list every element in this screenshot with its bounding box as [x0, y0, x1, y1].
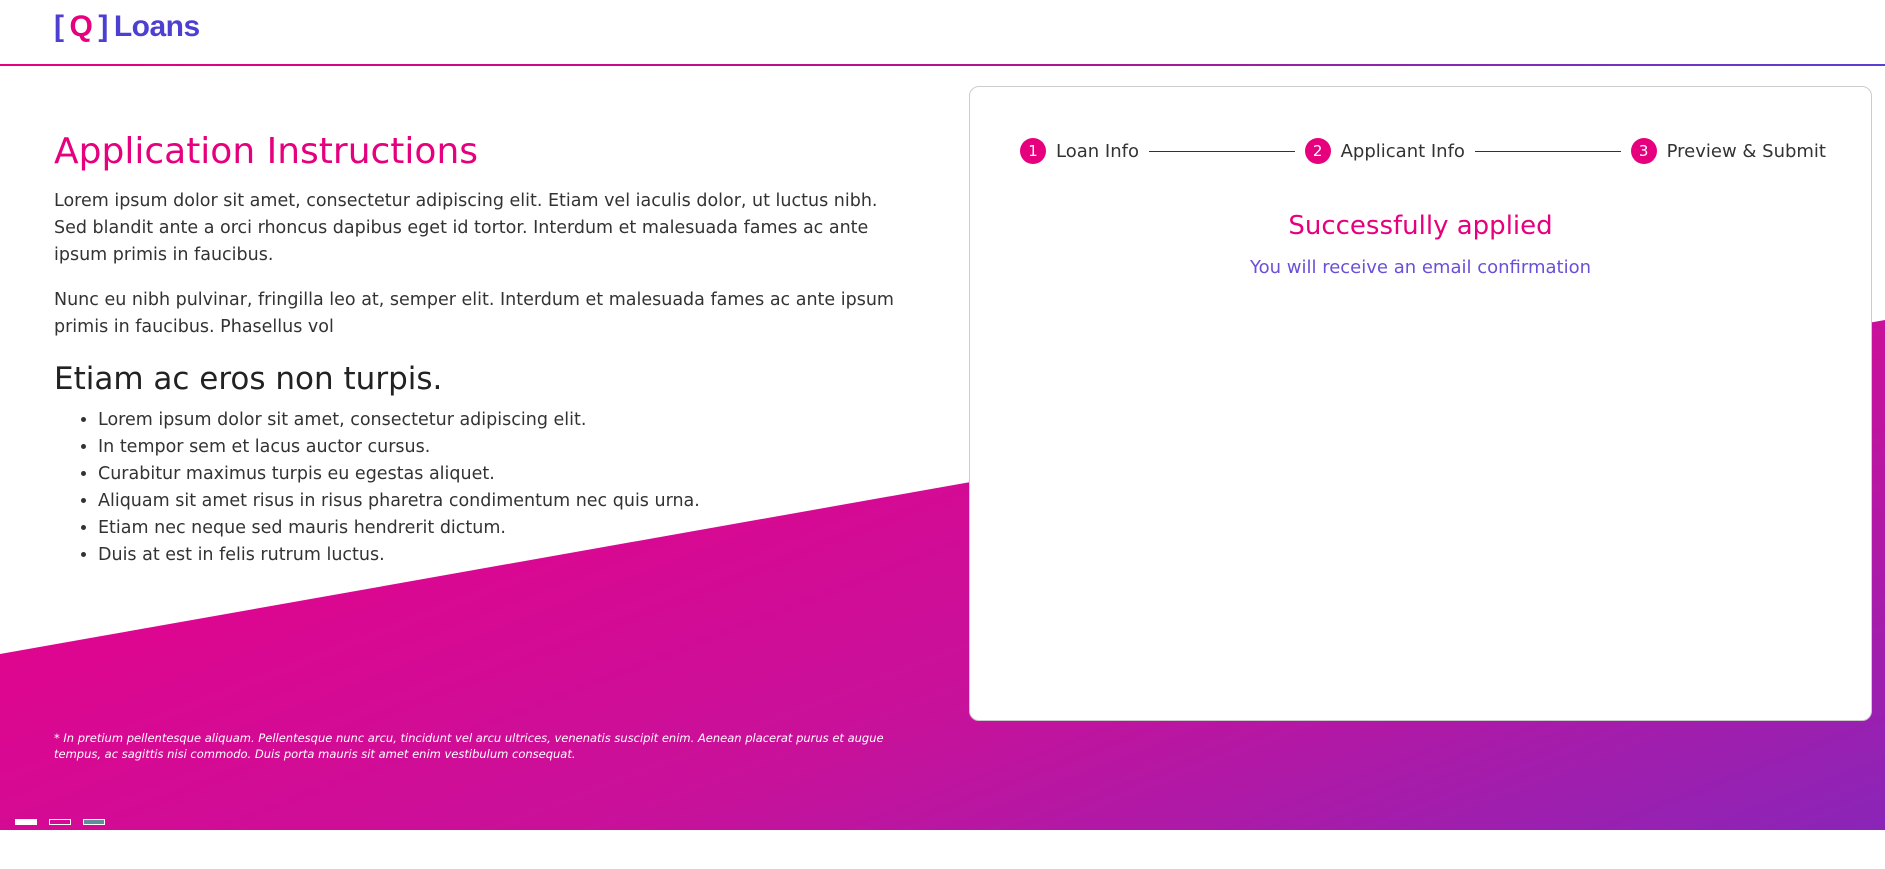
slide-indicators [15, 819, 117, 825]
slide-indicator-3[interactable] [83, 819, 105, 825]
list-item: In tempor sem et lacus auctor cursus. [98, 434, 894, 461]
step-applicant-info[interactable]: 2 Applicant Info [1304, 138, 1465, 164]
step-preview-submit[interactable]: 3 Preview & Submit [1630, 138, 1826, 164]
instructions-list: Lorem ipsum dolor sit amet, consectetur … [54, 407, 894, 569]
list-item: Etiam nec neque sed mauris hendrerit dic… [98, 515, 894, 542]
step-number: 1 [1020, 138, 1046, 164]
logo-letter: Q [69, 10, 93, 43]
step-label: Preview & Submit [1666, 140, 1826, 162]
list-item: Lorem ipsum dolor sit amet, consectetur … [98, 407, 894, 434]
top-header: [Q] Loans [0, 0, 1885, 66]
page-title: Application Instructions [54, 131, 479, 172]
step-loan-info[interactable]: 1 Loan Info [1020, 138, 1139, 164]
logo-bracket-open: [ [54, 10, 64, 43]
step-label: Loan Info [1056, 140, 1139, 162]
application-card: 1 Loan Info 2 Applicant Info 3 Preview &… [969, 86, 1872, 721]
logo[interactable]: [Q] Loans [54, 10, 200, 44]
instructions-paragraph-1: Lorem ipsum dolor sit amet, consectetur … [54, 191, 878, 265]
logo-bracket-close: ] [98, 10, 108, 43]
step-label: Applicant Info [1340, 140, 1465, 162]
instructions-section: Application Instructions Lorem ipsum dol… [54, 128, 894, 569]
step-number: 2 [1304, 138, 1331, 164]
footnote: * In pretium pellentesque aliquam. Pelle… [54, 731, 884, 761]
success-title: Successfully applied [1288, 211, 1553, 241]
stepper: 1 Loan Info 2 Applicant Info 3 Preview &… [1020, 137, 1826, 165]
instructions-paragraph-2: Nunc eu nibh pulvinar, fringilla leo at,… [54, 290, 894, 337]
step-connector [1474, 150, 1621, 152]
list-item: Duis at est in felis rutrum luctus. [98, 542, 894, 569]
success-subtitle: You will receive an email confirmation [1250, 257, 1591, 278]
logo-name: Loans [113, 10, 200, 43]
list-item: Aliquam sit amet risus in risus pharetra… [98, 488, 894, 515]
slide-indicator-1[interactable] [15, 819, 37, 825]
step-number: 3 [1630, 138, 1657, 164]
section-subtitle: Etiam ac eros non turpis. [54, 361, 443, 397]
list-item: Curabitur maximus turpis eu egestas aliq… [98, 461, 894, 488]
slide-indicator-2[interactable] [49, 819, 71, 825]
step-connector [1148, 150, 1295, 152]
